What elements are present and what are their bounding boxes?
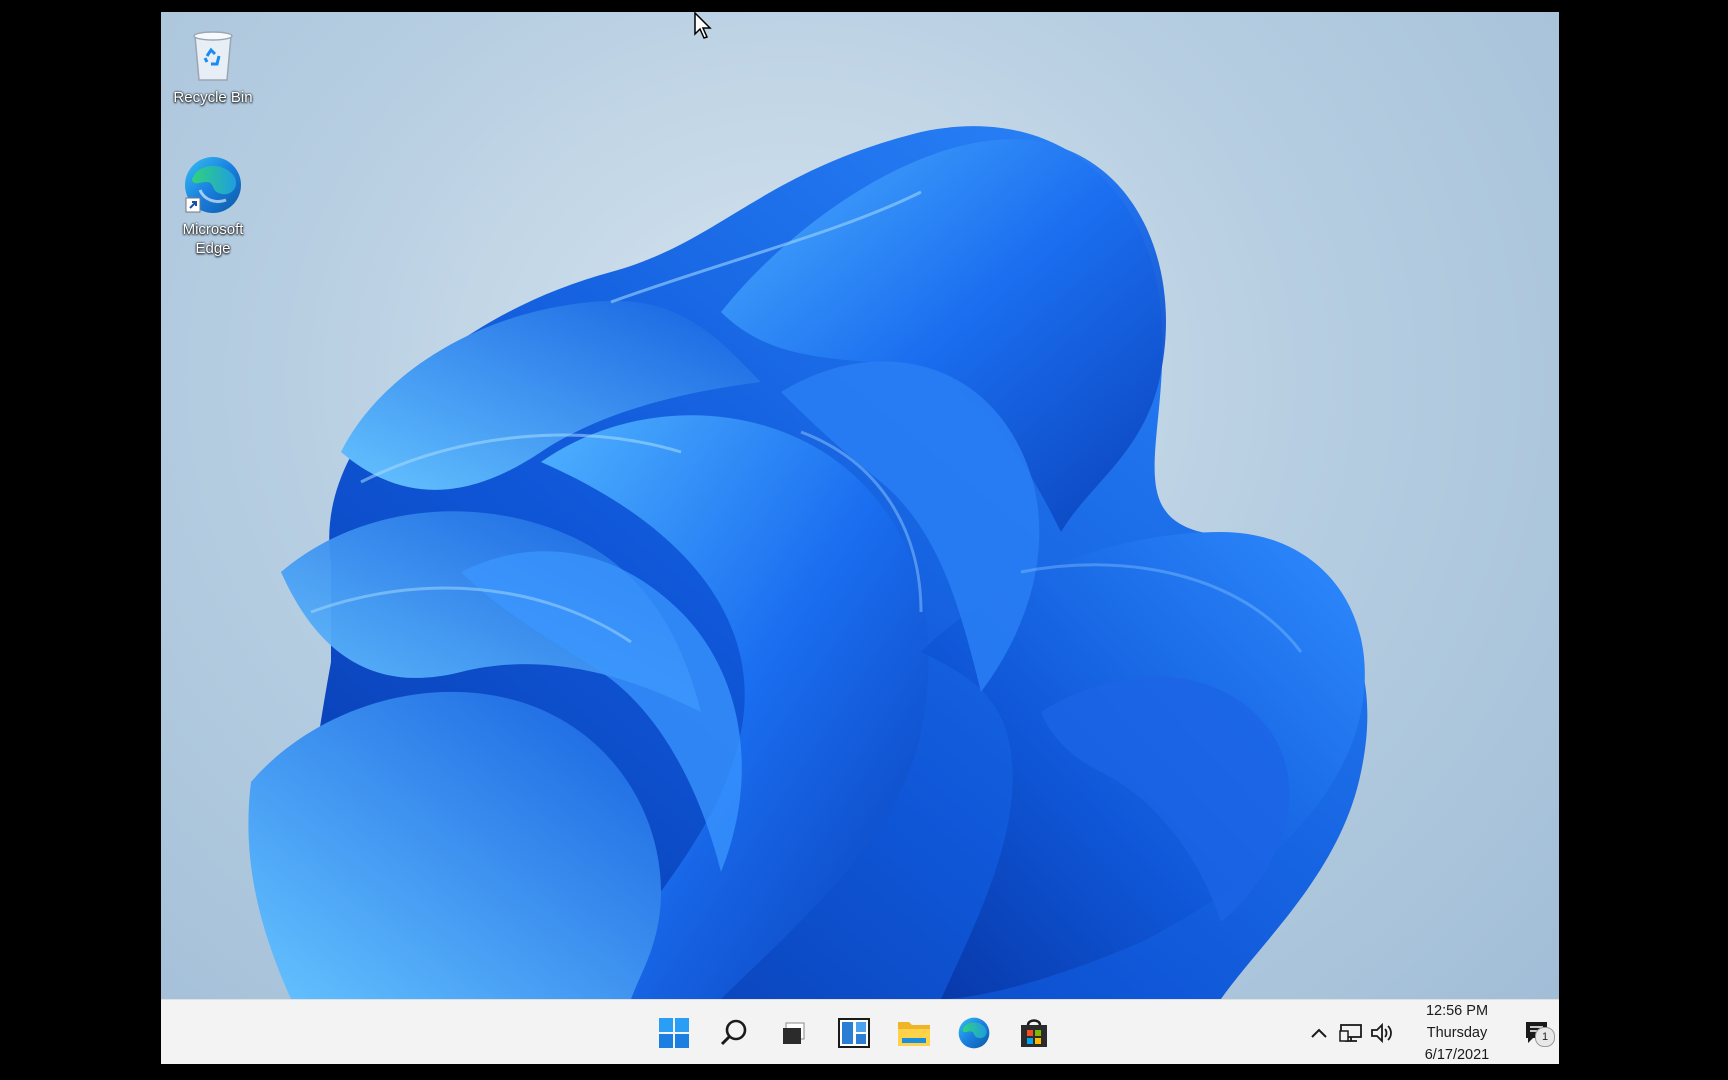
taskbar-clock[interactable]: 12:56 PM Thursday 6/17/2021 bbox=[1409, 1000, 1505, 1065]
edge-label-line1: Microsoft bbox=[182, 221, 244, 238]
clock-date: 6/17/2021 bbox=[1424, 1046, 1490, 1063]
desktop-screen: Recycle Bin Microsoft Edge 12:56 PM Thur… bbox=[161, 12, 1559, 1064]
start-button[interactable] bbox=[654, 1013, 694, 1053]
wallpaper-bloom bbox=[248, 126, 1368, 999]
chevron-up-icon bbox=[1311, 1028, 1327, 1038]
widgets-button[interactable] bbox=[834, 1013, 874, 1053]
task-view-button[interactable] bbox=[774, 1013, 814, 1053]
file-explorer-button[interactable] bbox=[894, 1013, 934, 1053]
edge-taskbar-button[interactable] bbox=[954, 1013, 994, 1053]
notification-count-badge: 1 bbox=[1535, 1026, 1555, 1047]
search-icon bbox=[720, 1019, 747, 1045]
system-tray: 12:56 PM Thursday 6/17/2021 1 bbox=[1303, 1000, 1559, 1064]
store-icon bbox=[1021, 1018, 1047, 1047]
network-icon bbox=[1339, 1023, 1362, 1042]
edge-label-line2: Edge bbox=[195, 240, 231, 257]
recycle-bin-icon bbox=[193, 31, 233, 81]
edge-icon bbox=[958, 1017, 990, 1048]
mouse-cursor bbox=[694, 12, 712, 39]
taskbar: 12:56 PM Thursday 6/17/2021 1 bbox=[161, 999, 1559, 1064]
file-explorer-icon bbox=[898, 1021, 930, 1046]
clock-time: 12:56 PM bbox=[1425, 1002, 1489, 1019]
notification-center-button[interactable]: 1 bbox=[1515, 1013, 1559, 1053]
volume-icon bbox=[1371, 1022, 1392, 1043]
show-hidden-icons-button[interactable] bbox=[1303, 1013, 1335, 1053]
task-view-icon bbox=[783, 1022, 805, 1044]
edge-icon bbox=[185, 157, 241, 213]
recycle-bin-label: Recycle Bin bbox=[173, 89, 253, 106]
store-button[interactable] bbox=[1014, 1013, 1054, 1053]
volume-button[interactable] bbox=[1367, 1013, 1399, 1053]
search-button[interactable] bbox=[714, 1013, 754, 1053]
widgets-icon bbox=[838, 1017, 870, 1048]
clock-day: Thursday bbox=[1426, 1024, 1488, 1041]
desktop-icon-recycle-bin[interactable]: Recycle Bin bbox=[163, 26, 263, 107]
network-button[interactable] bbox=[1335, 1013, 1367, 1053]
windows-start-icon bbox=[659, 1017, 689, 1048]
taskbar-apps bbox=[654, 1000, 1054, 1064]
desktop-icon-microsoft-edge[interactable]: Microsoft Edge bbox=[163, 154, 263, 258]
